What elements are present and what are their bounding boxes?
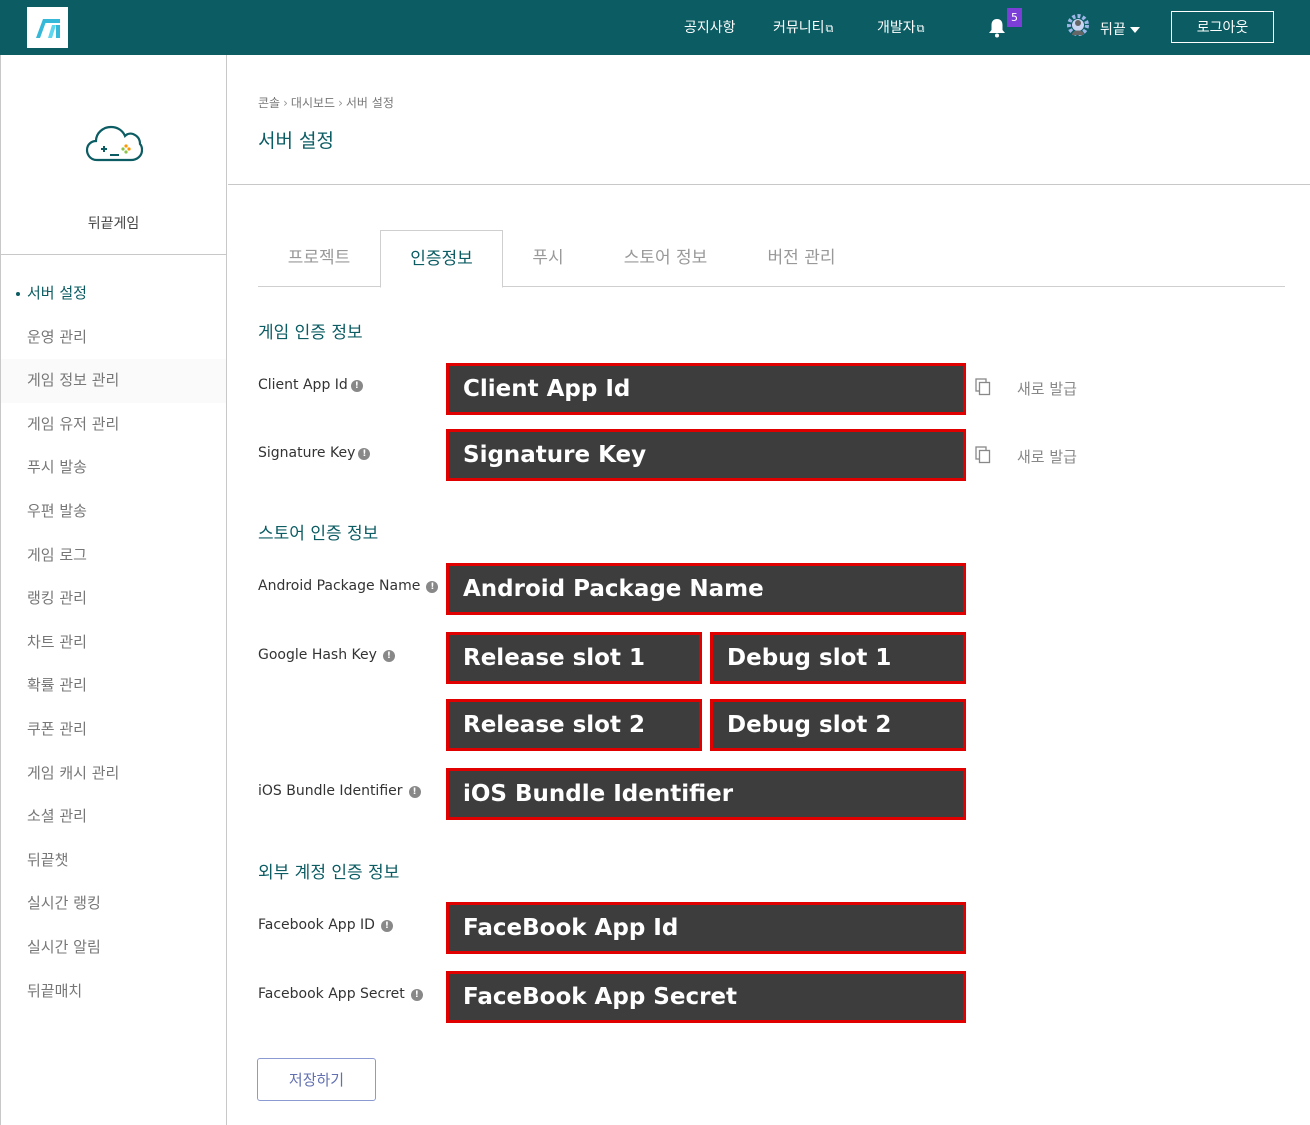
chevron-right-icon: ›: [338, 96, 343, 110]
sidebar: 뒤끝게임 서버 설정 운영 관리 게임 정보 관리 게임 유저 관리 푸시 발송…: [0, 55, 227, 1125]
section-title-game-auth: 게임 인증 정보: [258, 323, 363, 343]
google-hash-release-1-field[interactable]: Release slot 1: [446, 632, 702, 684]
sidebar-item-operations[interactable]: 운영 관리: [1, 316, 226, 360]
sidebar-item-realtime-ranking[interactable]: 실시간 랭킹: [1, 882, 226, 926]
breadcrumb: 콘솔 › 대시보드 › 서버 설정: [258, 94, 394, 111]
header-divider: [228, 184, 1310, 185]
nav-notice-label: 공지사항: [684, 20, 736, 36]
logo-icon: [36, 19, 60, 38]
info-icon[interactable]: !: [358, 448, 371, 460]
sidebar-item-game-info[interactable]: 게임 정보 관리: [1, 359, 226, 403]
android-package-label: Android Package Name!: [258, 578, 439, 594]
reissue-signature-key-button[interactable]: 새로 발급: [1017, 446, 1077, 467]
google-hash-debug-2-field[interactable]: Debug slot 2: [710, 699, 966, 751]
tab-bar: 프로젝트 인증정보 푸시 스토어 정보 버전 관리: [258, 230, 1285, 288]
sidebar-item-chart[interactable]: 차트 관리: [1, 621, 226, 665]
ios-bundle-label: iOS Bundle Identifier!: [258, 783, 421, 799]
sidebar-item-game-cash[interactable]: 게임 캐시 관리: [1, 752, 226, 796]
logout-button[interactable]: 로그아웃: [1171, 11, 1274, 43]
page-title: 서버 설정: [258, 130, 334, 152]
sidebar-item-probability[interactable]: 확률 관리: [1, 664, 226, 708]
ios-bundle-field[interactable]: iOS Bundle Identifier: [446, 768, 966, 820]
nav-developer[interactable]: 개발자⧉: [877, 17, 925, 37]
tab-credentials[interactable]: 인증정보: [380, 230, 503, 288]
client-app-id-field[interactable]: Client App Id: [446, 363, 966, 415]
cloud-gamepad-icon: [85, 125, 143, 162]
game-name: 뒤끝게임: [87, 216, 140, 232]
breadcrumb-console[interactable]: 콘솔: [258, 96, 280, 110]
user-menu[interactable]: 뒤끝: [1100, 19, 1140, 39]
nav-developer-label: 개발자: [877, 20, 916, 36]
chevron-right-icon: ›: [283, 96, 288, 110]
google-hash-label: Google Hash Key!: [258, 647, 395, 663]
logo[interactable]: [27, 7, 68, 48]
external-link-icon: ⧉: [825, 22, 834, 35]
info-icon[interactable]: !: [408, 786, 421, 798]
signature-key-label-text: Signature Key: [258, 445, 356, 461]
sidebar-item-push[interactable]: 푸시 발송: [1, 446, 226, 490]
sidebar-divider: [1, 254, 226, 255]
save-button[interactable]: 저장하기: [257, 1058, 376, 1101]
nav-notice[interactable]: 공지사항: [684, 17, 736, 37]
section-title-external-auth: 외부 계정 인증 정보: [258, 863, 400, 883]
nav-community[interactable]: 커뮤니티⧉: [773, 17, 833, 37]
sidebar-item-social[interactable]: 소셜 관리: [1, 795, 226, 839]
tab-push[interactable]: 푸시: [503, 230, 593, 287]
gear-icon[interactable]: [1064, 13, 1092, 41]
nav-community-label: 커뮤니티: [773, 20, 825, 36]
notification-badge: 5: [1007, 8, 1022, 27]
breadcrumb-current: 서버 설정: [345, 96, 394, 110]
tab-store-info[interactable]: 스토어 정보: [593, 230, 738, 287]
facebook-app-id-field[interactable]: FaceBook App Id: [446, 902, 966, 954]
user-name: 뒤끝: [1100, 22, 1126, 38]
caret-down-icon: [1129, 27, 1140, 33]
sidebar-item-chat[interactable]: 뒤끝챗: [1, 839, 226, 883]
facebook-app-secret-label-text: Facebook App Secret: [258, 986, 405, 1002]
sidebar-item-mail[interactable]: 우편 발송: [1, 490, 226, 534]
info-icon[interactable]: !: [426, 581, 439, 593]
google-hash-label-text: Google Hash Key: [258, 647, 377, 663]
facebook-app-secret-field[interactable]: FaceBook App Secret: [446, 971, 966, 1023]
facebook-app-id-label-text: Facebook App ID: [258, 917, 375, 933]
bell-icon[interactable]: [988, 18, 1006, 38]
client-app-id-label: Client App Id!: [258, 377, 363, 393]
info-icon[interactable]: !: [350, 380, 363, 392]
info-icon[interactable]: !: [410, 989, 423, 1001]
signature-key-field[interactable]: Signature Key: [446, 429, 966, 481]
sidebar-item-game-log[interactable]: 게임 로그: [1, 534, 226, 578]
android-package-label-text: Android Package Name: [258, 578, 421, 594]
breadcrumb-dashboard[interactable]: 대시보드: [291, 96, 335, 110]
google-hash-debug-1-field[interactable]: Debug slot 1: [710, 632, 966, 684]
section-title-store-auth: 스토어 인증 정보: [258, 524, 379, 544]
external-link-icon: ⧉: [916, 22, 925, 35]
sidebar-item-ranking[interactable]: 랭킹 관리: [1, 577, 226, 621]
copy-icon[interactable]: [975, 378, 991, 396]
sidebar-item-server-settings[interactable]: 서버 설정: [1, 272, 226, 316]
copy-icon[interactable]: [975, 446, 991, 464]
reissue-client-app-id-button[interactable]: 새로 발급: [1017, 378, 1077, 399]
signature-key-label: Signature Key!: [258, 445, 371, 461]
top-navigation-bar: 공지사항 커뮤니티⧉ 개발자⧉ 5 뒤끝 로그아웃: [0, 0, 1310, 55]
sidebar-item-game-users[interactable]: 게임 유저 관리: [1, 403, 226, 447]
facebook-app-id-label: Facebook App ID!: [258, 917, 393, 933]
client-app-id-label-text: Client App Id: [258, 377, 348, 393]
sidebar-item-coupon[interactable]: 쿠폰 관리: [1, 708, 226, 752]
info-icon[interactable]: !: [382, 650, 395, 662]
sidebar-item-match[interactable]: 뒤끝매치: [1, 970, 226, 1014]
sidebar-menu: 서버 설정 운영 관리 게임 정보 관리 게임 유저 관리 푸시 발송 우편 발…: [1, 272, 226, 1013]
tab-project[interactable]: 프로젝트: [258, 230, 380, 287]
tab-version[interactable]: 버전 관리: [738, 230, 865, 287]
ios-bundle-label-text: iOS Bundle Identifier: [258, 783, 403, 799]
sidebar-item-realtime-alert[interactable]: 실시간 알림: [1, 926, 226, 970]
info-icon[interactable]: !: [380, 920, 393, 932]
google-hash-release-2-field[interactable]: Release slot 2: [446, 699, 702, 751]
android-package-field[interactable]: Android Package Name: [446, 563, 966, 615]
facebook-app-secret-label: Facebook App Secret!: [258, 986, 423, 1002]
